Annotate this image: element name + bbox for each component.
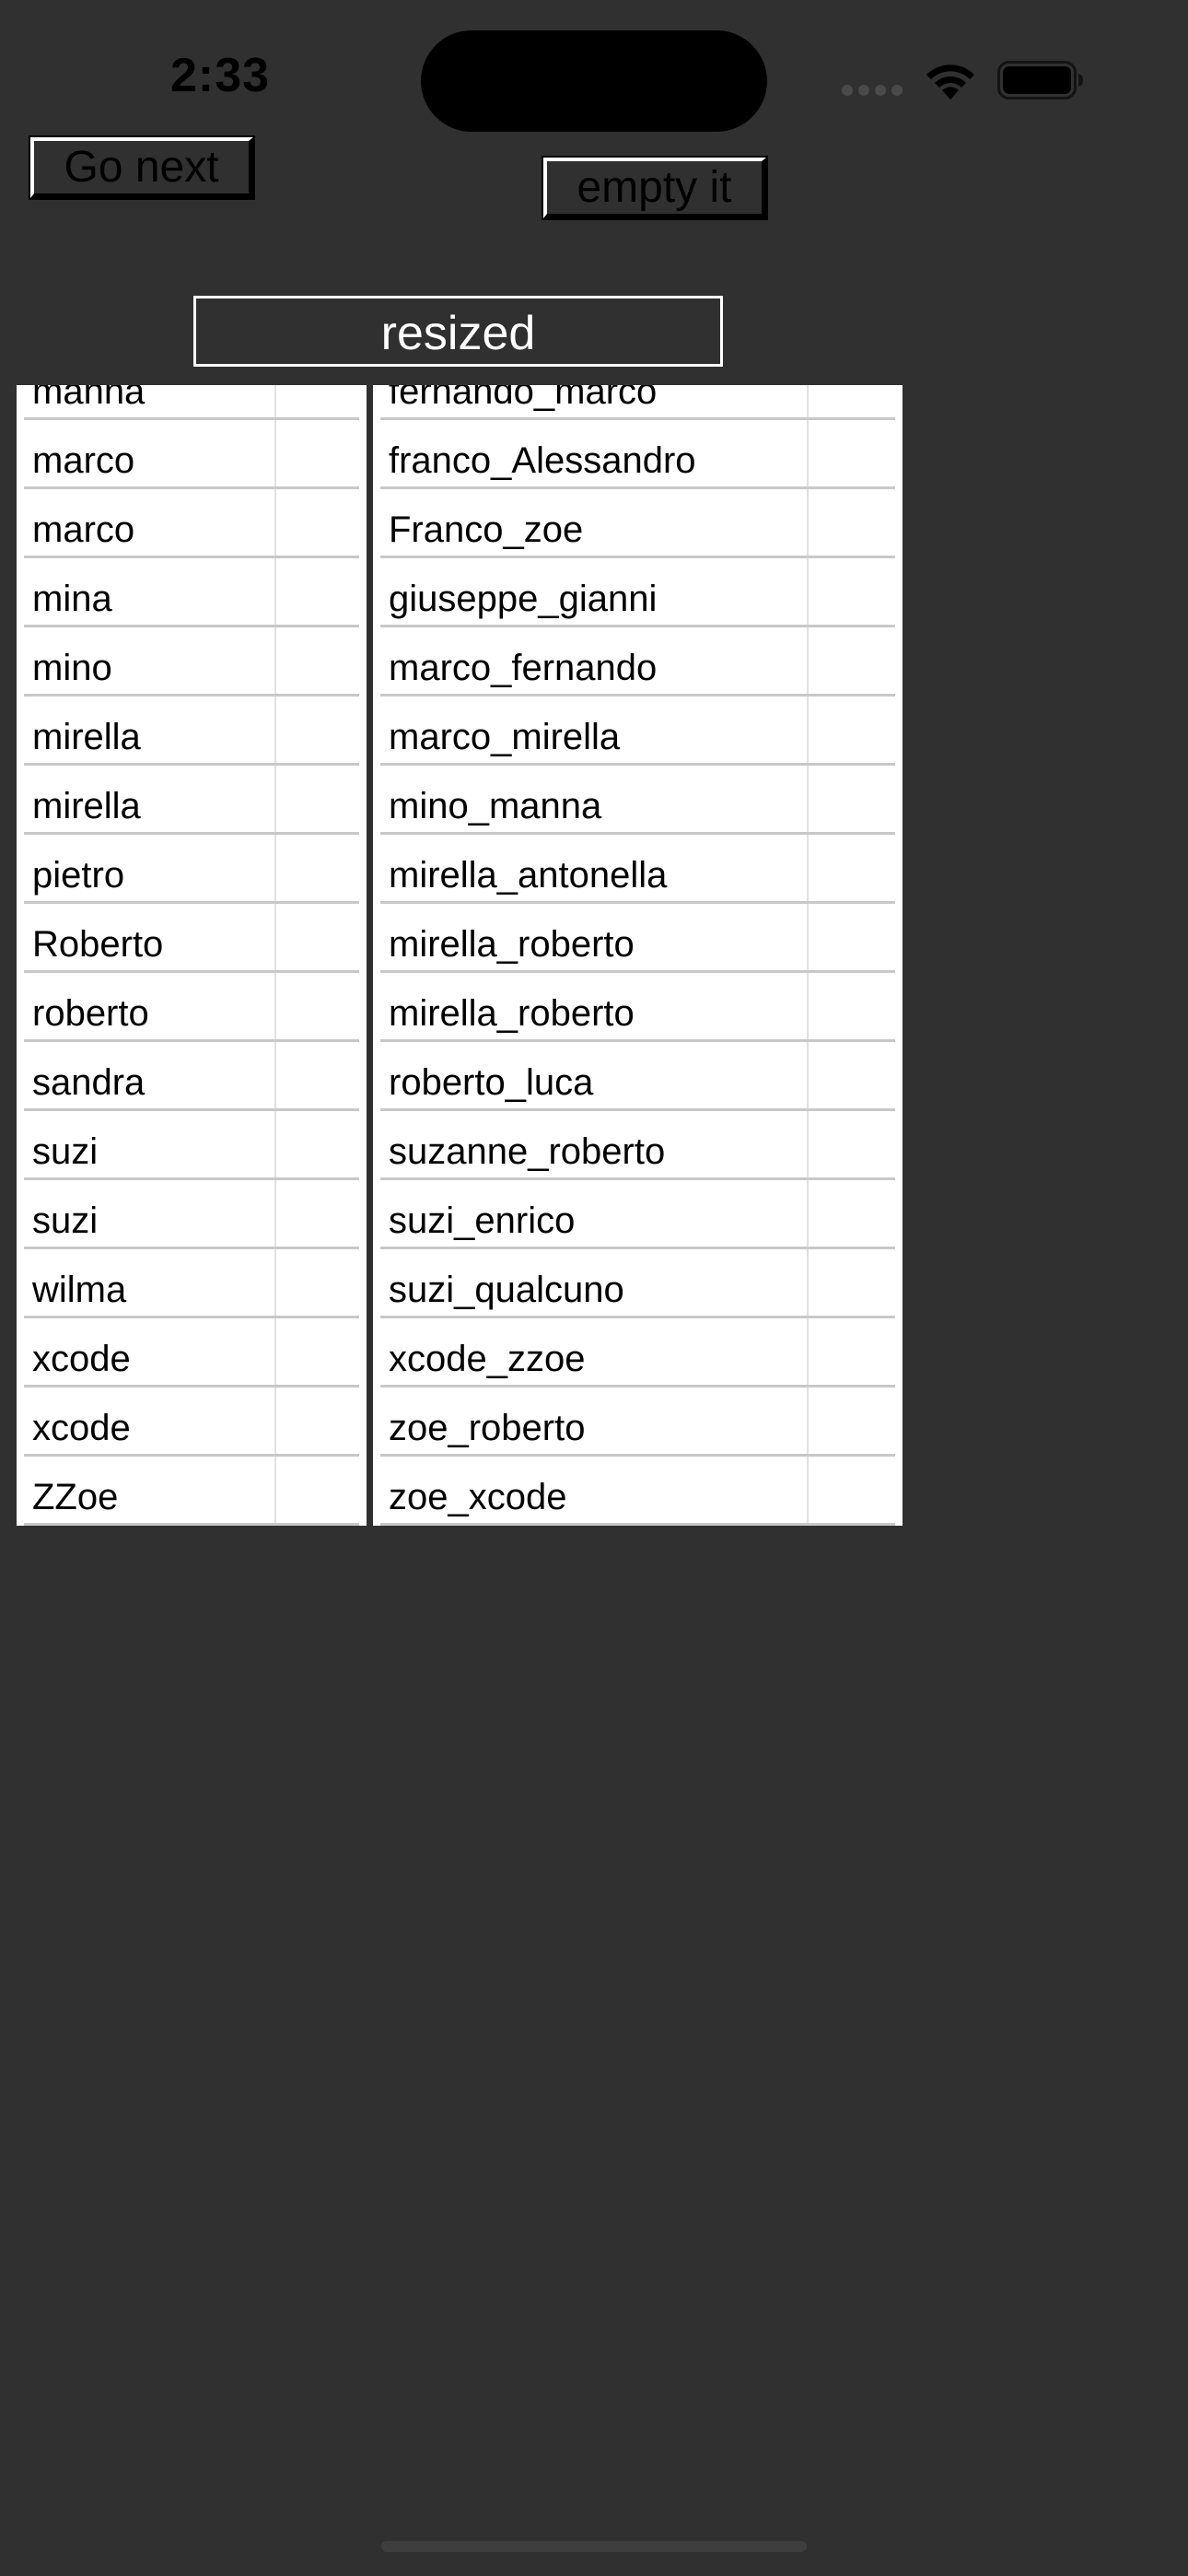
table-row[interactable]: suzi (17, 1180, 367, 1249)
table-row[interactable]: zoe_xcode (373, 1457, 903, 1526)
table-row[interactable]: suzi_qualcuno (373, 1249, 903, 1318)
cell-text: suzanne_roberto (389, 1131, 666, 1172)
cell-text: mirella_roberto (389, 924, 635, 965)
resized-label: resized (193, 296, 723, 367)
cell-text: Roberto (32, 924, 164, 965)
table-row[interactable]: zoe_roberto (373, 1388, 903, 1457)
table-row[interactable]: suzanne_roberto (373, 1111, 903, 1180)
table-row[interactable]: marco (17, 489, 367, 558)
cell-text: suzi_enrico (389, 1200, 576, 1241)
cell-text: pietro (32, 855, 125, 896)
cell-text: manna (32, 385, 146, 412)
left-table-rows: manna marco marco mina mino mirella mirella pie… (17, 385, 367, 1526)
cell-text: xcode (32, 1339, 131, 1379)
cell-text: mino (32, 648, 112, 688)
cell-text: marco (32, 509, 135, 550)
cell-text: sandra (32, 1062, 146, 1103)
row-divider (380, 1523, 895, 1526)
table-row[interactable]: wilma (17, 1249, 367, 1318)
cell-text: fernando_marco (389, 385, 658, 412)
signal-icon (842, 85, 904, 98)
cell-text: xcode_zzoe (389, 1339, 586, 1379)
dynamic-island (421, 30, 767, 132)
table-row[interactable]: manna (17, 385, 367, 420)
table-row[interactable]: mirella_roberto (373, 904, 903, 973)
cell-text: mina (32, 579, 112, 619)
row-divider (24, 1523, 359, 1526)
table-row[interactable]: roberto (17, 973, 367, 1042)
table-row[interactable]: fernando_marco (373, 385, 903, 420)
table-row[interactable]: mirella (17, 766, 367, 835)
battery-icon (997, 61, 1083, 100)
table-row[interactable]: marco_mirella (373, 697, 903, 766)
cell-text: mirella_roberto (389, 993, 635, 1034)
table-row[interactable]: suzi (17, 1111, 367, 1180)
table-row[interactable]: ZZoe (17, 1457, 367, 1526)
cell-text: Franco_zoe (389, 509, 584, 550)
table-row[interactable]: pietro (17, 835, 367, 904)
table-row[interactable]: Franco_zoe (373, 489, 903, 558)
cell-text: ZZoe (32, 1477, 119, 1517)
cell-text: xcode (32, 1408, 131, 1448)
cell-text: giuseppe_gianni (389, 579, 658, 619)
status-time: 2:33 (170, 49, 271, 102)
table-row[interactable]: xcode (17, 1388, 367, 1457)
table-row[interactable]: Roberto (17, 904, 367, 973)
go-next-button[interactable]: Go next (29, 135, 255, 200)
cell-text: marco_fernando (389, 648, 658, 688)
wifi-icon (926, 64, 974, 100)
cell-text: roberto (32, 993, 149, 1034)
cell-text: mirella_antonella (389, 855, 668, 896)
cell-text: franco_Alessandro (389, 440, 696, 481)
right-table-rows: fernando_marco franco_Alessandro Franco_zo… (373, 385, 903, 1526)
table-row[interactable]: mirella_antonella (373, 835, 903, 904)
cell-text: wilma (32, 1270, 127, 1310)
table-row[interactable]: mina (17, 558, 367, 627)
table-row[interactable]: suzi_enrico (373, 1180, 903, 1249)
table-row[interactable]: sandra (17, 1042, 367, 1111)
table-row[interactable]: mirella_roberto (373, 973, 903, 1042)
cell-text: marco_mirella (389, 717, 621, 757)
table-row[interactable]: mino (17, 627, 367, 697)
cell-text: suzi (32, 1131, 99, 1172)
left-table[interactable]: manna marco marco mina mino mirella mirella pie… (17, 385, 367, 1526)
table-row[interactable]: marco_fernando (373, 627, 903, 697)
cell-text: mirella (32, 786, 141, 826)
cell-text: mino_manna (389, 786, 602, 826)
table-row[interactable]: xcode_zzoe (373, 1318, 903, 1388)
right-table[interactable]: fernando_marco franco_Alessandro Franco_zo… (373, 385, 903, 1526)
cell-text: marco (32, 440, 135, 481)
cell-text: zoe_roberto (389, 1408, 586, 1448)
table-row[interactable]: mino_manna (373, 766, 903, 835)
empty-it-button[interactable]: empty it (542, 156, 768, 220)
cell-text: mirella (32, 717, 141, 757)
cell-text: suzi_qualcuno (389, 1270, 624, 1310)
cell-text: suzi (32, 1200, 99, 1241)
table-row[interactable]: marco (17, 420, 367, 489)
table-row[interactable]: franco_Alessandro (373, 420, 903, 489)
table-row[interactable]: xcode (17, 1318, 367, 1388)
table-row[interactable]: mirella (17, 697, 367, 766)
table-row[interactable]: roberto_luca (373, 1042, 903, 1111)
cell-text: roberto_luca (389, 1062, 594, 1103)
home-indicator[interactable] (381, 2541, 807, 2552)
cell-text: zoe_xcode (389, 1477, 567, 1517)
table-row[interactable]: giuseppe_gianni (373, 558, 903, 627)
